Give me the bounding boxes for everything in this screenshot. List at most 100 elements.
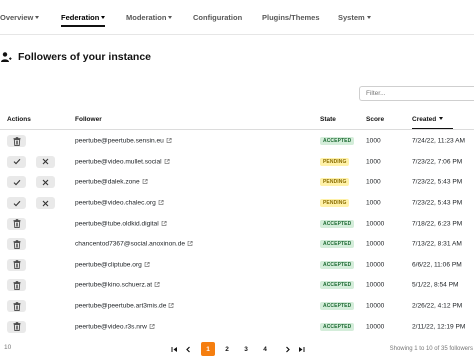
accept-follower-button[interactable]	[7, 176, 26, 189]
score-value: 10000	[366, 281, 385, 289]
nav-plugins-themes[interactable]: Plugins/Themes	[262, 13, 320, 22]
nav-system-label: System	[338, 13, 365, 22]
follower-link[interactable]: peertube@video.mullet.social	[75, 158, 170, 165]
follower-link[interactable]: peertube@cliptube.org	[75, 261, 150, 268]
delete-follower-button[interactable]	[7, 135, 26, 148]
next-page-button[interactable]	[282, 342, 292, 356]
state-badge: ACCEPTED	[320, 302, 355, 311]
check-icon	[13, 200, 21, 207]
check-icon	[13, 179, 21, 186]
follower-handle: peertube@dalek.zone	[75, 178, 140, 186]
delete-follower-button[interactable]	[7, 238, 26, 251]
table-row: peertube@kino.schuerz.at ACCEPTED 10000 5/1…	[0, 275, 474, 296]
column-header-created[interactable]: Created	[412, 116, 454, 129]
admin-top-nav: Overview Federation Moderation Configura…	[0, 0, 474, 35]
external-link-icon	[156, 200, 164, 207]
follower-handle: peertube@tube.oldkid.digital	[75, 220, 159, 228]
last-page-icon	[298, 346, 304, 352]
trash-icon	[13, 260, 21, 270]
state-badge: ACCEPTED	[320, 137, 355, 146]
page-button-3[interactable]: 3	[239, 342, 253, 356]
trash-icon	[13, 322, 21, 332]
table-header: Actions Follower State Score Created	[0, 109, 474, 130]
reject-follower-button[interactable]	[36, 176, 55, 189]
score-value: 10000	[366, 261, 385, 269]
table-row: peertube@video.r3s.nrw ACCEPTED 10000 2/11/…	[0, 316, 474, 337]
follower-link[interactable]: chancentod7367@social.anoxinon.de	[75, 241, 193, 248]
column-header-created-label: Created	[412, 116, 437, 123]
nav-configuration-label: Configuration	[193, 13, 243, 22]
table-row: chancentod7367@social.anoxinon.de ACCEPTE…	[0, 234, 474, 255]
external-link-icon	[142, 261, 150, 268]
follower-link[interactable]: peertube@kino.schuerz.at	[75, 282, 160, 289]
follower-link[interactable]: peertube@video.chalec.org	[75, 200, 164, 207]
created-date: 6/6/22, 11:06 PM	[412, 261, 462, 269]
nav-federation[interactable]: Federation	[61, 13, 106, 27]
follower-handle: peertube@video.mullet.social	[75, 158, 162, 166]
last-page-button[interactable]	[296, 342, 306, 356]
column-header-score[interactable]: Score	[366, 116, 384, 123]
close-icon	[42, 200, 49, 207]
external-link-icon	[147, 323, 155, 330]
delete-follower-button[interactable]	[7, 258, 26, 271]
page-button-4[interactable]: 4	[258, 342, 272, 356]
accept-follower-button[interactable]	[7, 155, 26, 168]
created-date: 5/1/22, 8:54 PM	[412, 281, 459, 289]
follower-link[interactable]: peertube@video.r3s.nrw	[75, 323, 155, 330]
score-value: 1000	[366, 199, 381, 207]
follower-link[interactable]: peertube@peertube.art3mis.de	[75, 303, 174, 310]
followers-icon	[1, 52, 12, 62]
delete-follower-button[interactable]	[7, 217, 26, 230]
nav-moderation[interactable]: Moderation	[126, 13, 173, 22]
reject-follower-button[interactable]	[36, 197, 55, 210]
page-button-1[interactable]: 1	[201, 342, 215, 356]
table-row: peertube@peertube.sensin.eu ACCEPTED 1000 7…	[0, 131, 474, 152]
score-value: 1000	[366, 137, 381, 145]
score-value: 1000	[366, 158, 381, 166]
nav-system[interactable]: System	[338, 13, 371, 22]
created-date: 7/23/22, 7:06 PM	[412, 158, 463, 166]
nav-configuration[interactable]: Configuration	[193, 13, 242, 22]
delete-follower-button[interactable]	[7, 320, 26, 333]
follower-link[interactable]: peertube@peertube.sensin.eu	[75, 138, 172, 145]
table-row: peertube@tube.oldkid.digital ACCEPTED 1000…	[0, 213, 474, 234]
follower-link[interactable]: peertube@tube.oldkid.digital	[75, 220, 167, 227]
state-badge: ACCEPTED	[320, 219, 355, 228]
state-badge: ACCEPTED	[320, 240, 355, 249]
created-date: 7/13/22, 8:31 AM	[412, 240, 462, 248]
created-date: 7/24/22, 11:23 AM	[412, 137, 466, 145]
created-date: 7/18/22, 6:23 PM	[412, 220, 463, 228]
state-badge: ACCEPTED	[320, 260, 355, 269]
table-row: peertube@video.chalec.org PENDING 1000 7/23…	[0, 193, 474, 214]
chevron-left-icon	[185, 346, 190, 352]
reject-follower-button[interactable]	[36, 155, 55, 168]
check-icon	[13, 158, 21, 165]
chevron-down-icon	[35, 16, 40, 19]
previous-page-button[interactable]	[183, 342, 193, 356]
external-link-icon	[159, 220, 167, 227]
delete-follower-button[interactable]	[7, 300, 26, 313]
table-row: peertube@cliptube.org ACCEPTED 10000 6/6/22…	[0, 255, 474, 276]
follower-handle: peertube@cliptube.org	[75, 261, 142, 269]
close-icon	[42, 179, 49, 186]
nav-overview[interactable]: Overview	[0, 13, 40, 22]
follower-handle: peertube@peertube.art3mis.de	[75, 302, 167, 310]
state-badge: ACCEPTED	[320, 281, 355, 290]
state-badge: PENDING	[320, 157, 350, 166]
delete-follower-button[interactable]	[7, 279, 26, 292]
score-value: 10000	[366, 220, 385, 228]
filter-input[interactable]	[359, 86, 474, 101]
external-link-icon	[152, 282, 160, 289]
table-row: peertube@dalek.zone PENDING 1000 7/23/22, 5…	[0, 172, 474, 193]
accept-follower-button[interactable]	[7, 197, 26, 210]
page-size-select[interactable]: 10	[4, 344, 11, 351]
follower-link[interactable]: peertube@dalek.zone	[75, 179, 148, 186]
external-link-icon	[140, 179, 148, 186]
chevron-down-icon	[168, 16, 173, 19]
state-badge: PENDING	[320, 199, 350, 208]
external-link-icon	[166, 303, 174, 310]
created-date: 2/11/22, 12:19 PM	[412, 323, 466, 331]
page-button-2[interactable]: 2	[220, 342, 234, 356]
nav-overview-label: Overview	[0, 13, 34, 22]
first-page-button[interactable]	[169, 342, 179, 356]
